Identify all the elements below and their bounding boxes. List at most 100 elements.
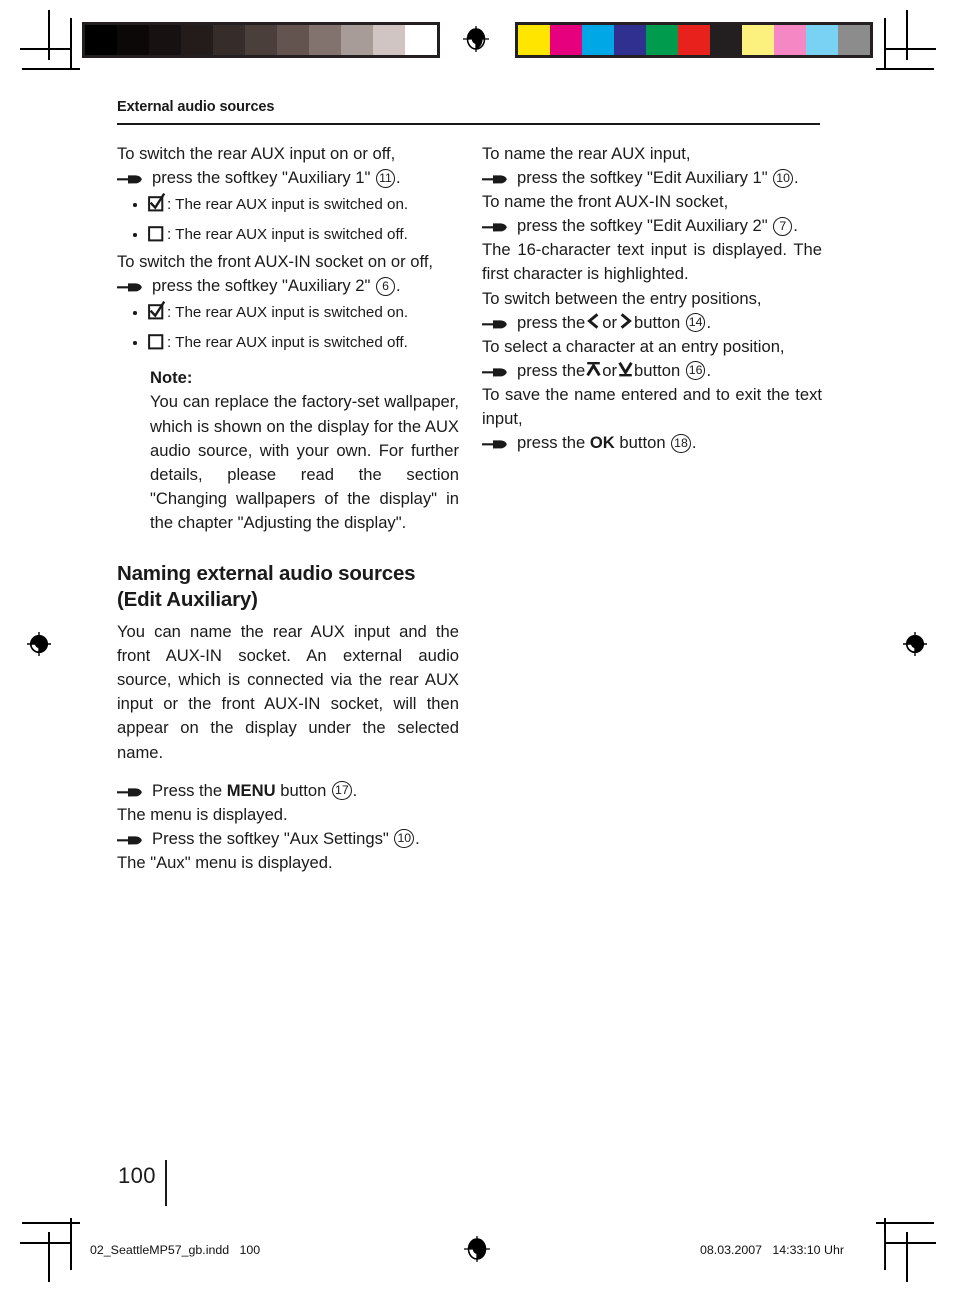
pointing-hand-icon xyxy=(117,281,142,294)
step-text-mid: button xyxy=(619,433,666,453)
pointing-hand-icon xyxy=(117,834,142,847)
step-press-up-down-button: press the or button 16. xyxy=(482,359,822,383)
substep-rear-aux-off: : The rear AUX input is switched off. xyxy=(117,220,459,250)
note-body: You can replace the factory-set wallpape… xyxy=(150,392,459,532)
registration-mark-right xyxy=(902,631,928,657)
pointing-hand-icon xyxy=(482,366,507,379)
pointing-hand-icon xyxy=(117,786,142,799)
page-canvas: External audio sources To switch the rea… xyxy=(0,0,954,1290)
paragraph-intro-front-aux: To switch the front AUX-IN socket on or … xyxy=(117,252,434,272)
pointing-hand-icon xyxy=(117,173,142,186)
checkbox-empty-icon xyxy=(148,223,165,242)
registration-mark-left xyxy=(26,631,52,657)
step-period: . xyxy=(706,312,712,332)
crop-mark-bottom-left-v2 xyxy=(48,1232,50,1282)
checkbox-checked-icon xyxy=(148,193,165,212)
crop-mark-bottom-left-h2 xyxy=(20,1242,70,1244)
bullet-dot xyxy=(133,233,137,237)
footer-timestamp: 08.03.2007 14:33:10 Uhr xyxy=(700,1243,844,1257)
pointing-hand-icon xyxy=(482,221,507,234)
section-body: You can name the rear AUX input and the … xyxy=(117,622,459,762)
crop-mark-top-right-v2 xyxy=(884,18,887,70)
color-patch-1 xyxy=(550,25,582,55)
color-patch-10 xyxy=(838,25,870,55)
crop-mark-bottom-right-v2 xyxy=(906,1232,908,1282)
step-period: . xyxy=(793,216,798,236)
substep-text: : The rear AUX input is switched on. xyxy=(167,304,409,322)
grayscale-patch-3 xyxy=(181,25,213,55)
grayscale-patch-0 xyxy=(85,25,117,55)
crop-mark-bottom-left-v xyxy=(70,1218,73,1270)
button-label-ok: OK xyxy=(589,433,615,453)
crop-mark-top-right-h xyxy=(886,48,936,50)
substep-rear-aux-on: : The rear AUX input is switched on. xyxy=(117,190,459,220)
crop-mark-top-left-v xyxy=(48,10,50,60)
step-text-label: button xyxy=(634,360,681,380)
reference-number: 10 xyxy=(394,829,415,849)
step-text: press the softkey "Auxiliary 2" xyxy=(152,276,371,296)
color-patch-6 xyxy=(710,25,742,55)
step-press-left-right-button: press the or button 14. xyxy=(482,311,822,335)
color-patch-5 xyxy=(678,25,710,55)
step-text: press the softkey "Edit Auxiliary 1" xyxy=(517,168,768,188)
grayscale-patch-5 xyxy=(245,25,277,55)
pointing-hand-icon xyxy=(482,438,507,451)
step-period: . xyxy=(352,780,358,800)
footer-rule xyxy=(884,1233,886,1267)
grayscale-patch-4 xyxy=(213,25,245,55)
running-head: External audio sources xyxy=(117,99,275,115)
step-text: Press the softkey "Aux Settings" xyxy=(152,828,389,848)
crop-mark-bottom-right-h xyxy=(876,1222,934,1225)
step-press-aux-settings: Press the softkey "Aux Settings" 10. xyxy=(117,827,459,851)
reference-number: 18 xyxy=(671,433,691,453)
crop-mark-top-right-v xyxy=(906,10,908,60)
left-text-column: To switch the rear AUX input on or off, … xyxy=(117,142,459,875)
note-block: Note: You can replace the factory-set wa… xyxy=(150,366,459,535)
substep-front-aux-off: : The rear AUX input is switched off. xyxy=(117,328,459,358)
step-text-mid: or xyxy=(602,312,618,332)
step-period: . xyxy=(706,360,712,380)
grayscale-patch-1 xyxy=(117,25,149,55)
section-heading-line-2: (Edit Auxiliary) xyxy=(117,587,258,611)
reference-number: 11 xyxy=(376,168,395,188)
paragraph-save-name: To save the name entered and to exit the… xyxy=(482,384,822,429)
color-control-strip xyxy=(515,22,873,58)
reference-number: 7 xyxy=(773,216,793,236)
step-text-pre: press the xyxy=(517,360,586,380)
substep-text: : The rear AUX input is switched off. xyxy=(167,334,408,352)
color-patch-8 xyxy=(774,25,806,55)
right-text-column: To name the rear AUX input, press the so… xyxy=(482,142,822,455)
step-press-menu-button: Press the MENU button 17. xyxy=(117,779,459,803)
step-text-mid: button xyxy=(280,780,327,800)
step-period: . xyxy=(396,168,401,188)
arrow-up-bar-icon xyxy=(586,361,601,377)
button-label-menu: MENU xyxy=(226,780,276,800)
bullet-dot xyxy=(133,341,137,345)
step-edit-auxiliary-1: press the softkey "Edit Auxiliary 1" 10. xyxy=(482,166,822,190)
color-patch-7 xyxy=(742,25,774,55)
step-text-pre: press the xyxy=(517,312,586,332)
color-patch-0 xyxy=(518,25,550,55)
color-patch-2 xyxy=(582,25,614,55)
registration-mark-top xyxy=(463,26,489,52)
step-period: . xyxy=(396,276,401,296)
step-text: press the softkey "Edit Auxiliary 2" xyxy=(517,216,768,236)
paragraph-select-character: To select a character at an entry positi… xyxy=(482,336,785,356)
checkbox-checked-icon xyxy=(148,301,165,320)
folio-rule xyxy=(165,1160,167,1206)
reference-number: 14 xyxy=(685,313,706,333)
reference-number: 16 xyxy=(685,361,706,381)
step-press-auxiliary-1: press the softkey "Auxiliary 1" 11. xyxy=(117,166,459,190)
page-number: 100 xyxy=(118,1163,156,1188)
grayscale-patch-2 xyxy=(149,25,181,55)
header-rule xyxy=(117,123,820,126)
grayscale-patch-9 xyxy=(373,25,405,55)
step-text-label: button xyxy=(634,312,681,332)
step-period: . xyxy=(691,433,697,453)
checkbox-empty-icon xyxy=(148,331,165,350)
section-heading-line-1: Naming external audio sources xyxy=(117,562,416,586)
note-title: Note: xyxy=(150,368,193,388)
